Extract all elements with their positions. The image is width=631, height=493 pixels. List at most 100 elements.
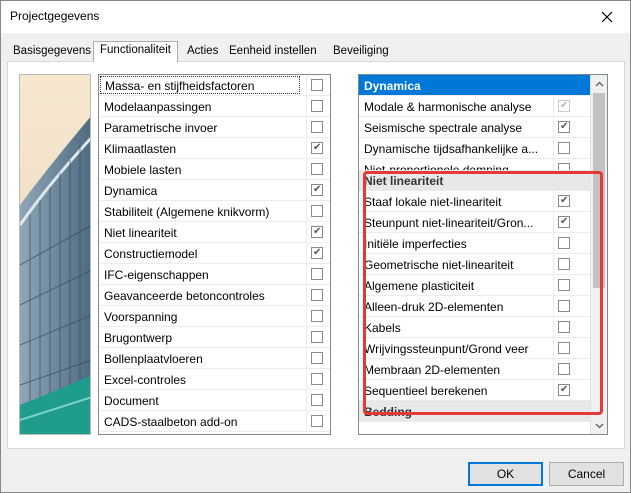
checkbox[interactable] [311,352,323,364]
tab-beveiliging[interactable]: Beveiliging [327,43,395,61]
checkbox[interactable] [558,279,570,291]
list-item-label: Geavanceerde betoncontroles [104,289,265,303]
list-item-label: Constructiemodel [104,247,198,261]
functionality-item[interactable]: Voorspanning [99,306,330,327]
checkbox[interactable] [311,310,323,322]
functionality-item[interactable]: Constructiemodel ✔ [99,243,330,264]
list-item-label: Geometrische niet-lineariteit [364,258,514,272]
dynamica-item[interactable]: Seismische spectrale analyse ✔ [359,117,591,138]
functionality-item[interactable]: Bollenplaatvloeren [99,348,330,369]
right-list-scrollbar[interactable] [590,75,607,434]
functionality-item[interactable]: Stabiliteit (Algemene knikvorm) [99,201,330,222]
group-heading-niet-lineariteit[interactable]: Niet lineariteit [359,170,591,191]
niet-lineariteit-item[interactable]: Membraan 2D-elementen [359,359,591,380]
functionality-item[interactable]: Document [99,390,330,411]
niet-lineariteit-item[interactable]: Kabels [359,317,591,338]
niet-lineariteit-item[interactable]: Sequentieel berekenen ✔ [359,380,591,401]
title-bar: Projectgegevens [1,1,630,33]
checkbox[interactable]: ✔ [311,142,323,154]
checkbox[interactable] [311,163,323,175]
close-icon [601,11,613,22]
niet-lineariteit-item[interactable]: Initiële imperfecties [359,233,591,254]
checkbox[interactable] [311,121,323,133]
checkbox[interactable] [311,415,323,427]
checkbox[interactable] [311,100,323,112]
functionality-item[interactable]: Brugontwerp [99,327,330,348]
checkbox[interactable] [558,237,570,249]
scroll-thumb[interactable] [593,93,605,288]
tab-eenheid-instellen[interactable]: Eenheid instellen [223,43,323,61]
dynamica-item[interactable]: Modale & harmonische analyse ✔ [359,96,591,117]
list-item-label: Algemene plasticiteit [364,279,475,293]
functionality-list: Massa- en stijfheidsfactoren Modelaanpass… [98,74,331,435]
checkbox[interactable]: ✔ [558,195,570,207]
checkbox-cell [306,390,328,410]
niet-lineariteit-item[interactable]: Staaf lokale niet-lineariteit ✔ [359,191,591,212]
checkbox[interactable] [311,289,323,301]
checkbox[interactable] [558,342,570,354]
scroll-up-arrow[interactable] [591,75,607,92]
cancel-button[interactable]: Cancel [549,462,624,486]
functionality-item[interactable]: IFC-eigenschappen [99,264,330,285]
checkbox[interactable] [558,142,570,154]
checkbox-cell: ✔ [553,191,575,211]
dynamica-item[interactable]: Dynamische tijdsafhankelijke a... [359,138,591,159]
list-item-label: Bedding [364,405,412,419]
checkbox[interactable] [311,205,323,217]
checkmark-icon: ✔ [560,216,569,227]
list-item-label: Klimaatlasten [104,142,177,156]
checkbox[interactable]: ✔ [558,216,570,228]
project-data-dialog: Projectgegevens Basisgegevens Functional… [0,0,631,493]
group-heading-bedding[interactable]: Bedding [359,401,591,422]
functionality-item[interactable]: Parametrische invoer [99,117,330,138]
checkmark-icon: ✔ [313,247,322,258]
functionality-item[interactable]: Geavanceerde betoncontroles [99,285,330,306]
scroll-down-arrow[interactable] [591,417,607,434]
list-item-label: Dynamica [364,79,421,93]
checkbox-cell [306,75,328,95]
ok-button[interactable]: OK [468,462,543,486]
functionality-item[interactable]: CADS-staalbeton add-on [99,411,330,432]
checkbox[interactable]: ✔ [558,121,570,133]
checkbox[interactable] [311,331,323,343]
list-item-label: Document [104,394,159,408]
checkbox[interactable] [558,258,570,270]
checkbox[interactable] [558,363,570,375]
niet-lineariteit-item[interactable]: Alleen-druk 2D-elementen [359,296,591,317]
checkbox[interactable] [311,79,323,91]
tab-acties[interactable]: Acties [181,43,224,61]
checkbox-cell: ✔ [553,117,575,137]
checkbox[interactable] [311,268,323,280]
checkbox[interactable]: ✔ [558,100,570,112]
checkbox[interactable] [311,394,323,406]
functionality-item[interactable]: Modelaanpassingen [99,96,330,117]
functionality-item[interactable]: Mobiele lasten [99,159,330,180]
niet-lineariteit-item[interactable]: Geometrische niet-lineariteit [359,254,591,275]
functionality-item[interactable]: Massa- en stijfheidsfactoren [99,75,330,96]
checkbox-cell [306,117,328,137]
list-item-label: Brugontwerp [104,331,173,345]
functionality-item[interactable]: Dynamica ✔ [99,180,330,201]
niet-lineariteit-item[interactable]: Algemene plasticiteit [359,275,591,296]
close-button[interactable] [584,1,630,32]
group-heading-dynamica[interactable]: Dynamica [359,75,591,96]
niet-lineariteit-item[interactable]: Wrijvingssteunpunt/Grond veer [359,338,591,359]
checkbox[interactable]: ✔ [311,184,323,196]
checkbox[interactable] [558,300,570,312]
checkbox-cell [306,96,328,116]
list-item-label: Niet lineariteit [104,226,177,240]
functionality-item[interactable]: Excel-controles [99,369,330,390]
functionality-item[interactable]: Klimaatlasten ✔ [99,138,330,159]
functionality-item[interactable]: Niet lineariteit ✔ [99,222,330,243]
tab-basisgegevens[interactable]: Basisgegevens [7,43,97,61]
list-item-label: Massa- en stijfheidsfactoren [100,76,300,94]
checkbox[interactable] [558,321,570,333]
checkbox-cell [306,201,328,221]
niet-lineariteit-item[interactable]: Steunpunt niet-lineariteit/Gron... ✔ [359,212,591,233]
checkbox[interactable] [311,373,323,385]
list-item-label: Stabiliteit (Algemene knikvorm) [104,205,270,219]
tab-functionaliteit[interactable]: Functionaliteit [93,41,178,62]
checkbox[interactable]: ✔ [558,384,570,396]
checkbox[interactable]: ✔ [311,247,323,259]
checkbox[interactable]: ✔ [311,226,323,238]
